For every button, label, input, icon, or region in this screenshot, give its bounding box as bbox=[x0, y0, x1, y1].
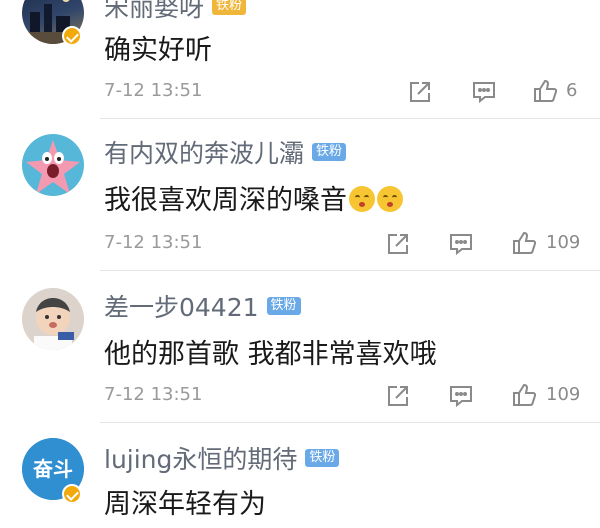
verified-icon bbox=[62, 26, 82, 46]
like-count: 109 bbox=[546, 384, 581, 405]
comment-item: 有内双的奔波儿灞 铁粉 我很喜欢周深的嗓音 7-12 13:51 109 bbox=[0, 118, 600, 270]
fan-badge: 铁粉 bbox=[312, 143, 347, 161]
username-text[interactable]: 宋丽娶呀 bbox=[104, 0, 204, 22]
fan-badge: 铁粉 bbox=[266, 297, 301, 315]
comment-time: 7-12 13:51 bbox=[104, 80, 203, 101]
kiss-emoji-icon bbox=[377, 186, 403, 212]
comment-username[interactable]: 差一步04421 铁粉 bbox=[104, 288, 301, 324]
avatar[interactable] bbox=[22, 288, 84, 350]
share-icon[interactable] bbox=[384, 382, 412, 410]
comment-icon[interactable] bbox=[470, 78, 498, 106]
comment-username[interactable]: 宋丽娶呀 铁粉 bbox=[104, 0, 247, 24]
like-icon[interactable] bbox=[531, 77, 559, 105]
fan-badge: 铁粉 bbox=[305, 449, 340, 467]
username-text[interactable]: lujing永恒的期待 bbox=[104, 445, 297, 474]
comment-text: 他的那首歌 我都非常喜欢哦 bbox=[104, 339, 437, 370]
kiss-emoji-icon bbox=[349, 186, 375, 212]
username-text[interactable]: 差一步04421 bbox=[104, 293, 259, 322]
comment-username[interactable]: 有内双的奔波儿灞 铁粉 bbox=[104, 134, 347, 170]
comment-item: 差一步04421 铁粉 他的那首歌 我都非常喜欢哦 7-12 13:51 109 bbox=[0, 270, 600, 422]
like-icon[interactable] bbox=[510, 381, 538, 409]
comment-text: 确实好听 bbox=[104, 35, 212, 66]
like-count: 6 bbox=[566, 80, 578, 101]
like-icon[interactable] bbox=[510, 229, 538, 257]
comment-text: 我很喜欢周深的嗓音 bbox=[104, 178, 403, 217]
comment-time: 7-12 13:51 bbox=[104, 232, 203, 253]
share-icon[interactable] bbox=[384, 230, 412, 258]
fan-badge: 铁粉 bbox=[212, 0, 247, 15]
verified-icon bbox=[62, 484, 82, 504]
comment-text-content: 我很喜欢周深的嗓音 bbox=[104, 185, 347, 216]
comment-time: 7-12 13:51 bbox=[104, 384, 203, 405]
comment-text: 周深年轻有为 bbox=[104, 489, 266, 520]
comment-item: 宋丽娶呀 铁粉 确实好听 7-12 13:51 6 bbox=[0, 0, 600, 118]
comment-icon[interactable] bbox=[447, 382, 475, 410]
like-count: 109 bbox=[546, 232, 581, 253]
comment-icon[interactable] bbox=[447, 230, 475, 258]
avatar-text: 奋斗 bbox=[32, 457, 73, 481]
avatar[interactable] bbox=[22, 134, 84, 196]
username-text[interactable]: 有内双的奔波儿灞 bbox=[104, 139, 304, 168]
baby-icon bbox=[22, 288, 84, 350]
share-icon[interactable] bbox=[406, 78, 434, 106]
patrick-star-icon bbox=[26, 140, 80, 194]
comment-username[interactable]: lujing永恒的期待 铁粉 bbox=[104, 440, 340, 476]
comment-item: 奋斗 lujing永恒的期待 铁粉 周深年轻有为 bbox=[0, 422, 600, 528]
